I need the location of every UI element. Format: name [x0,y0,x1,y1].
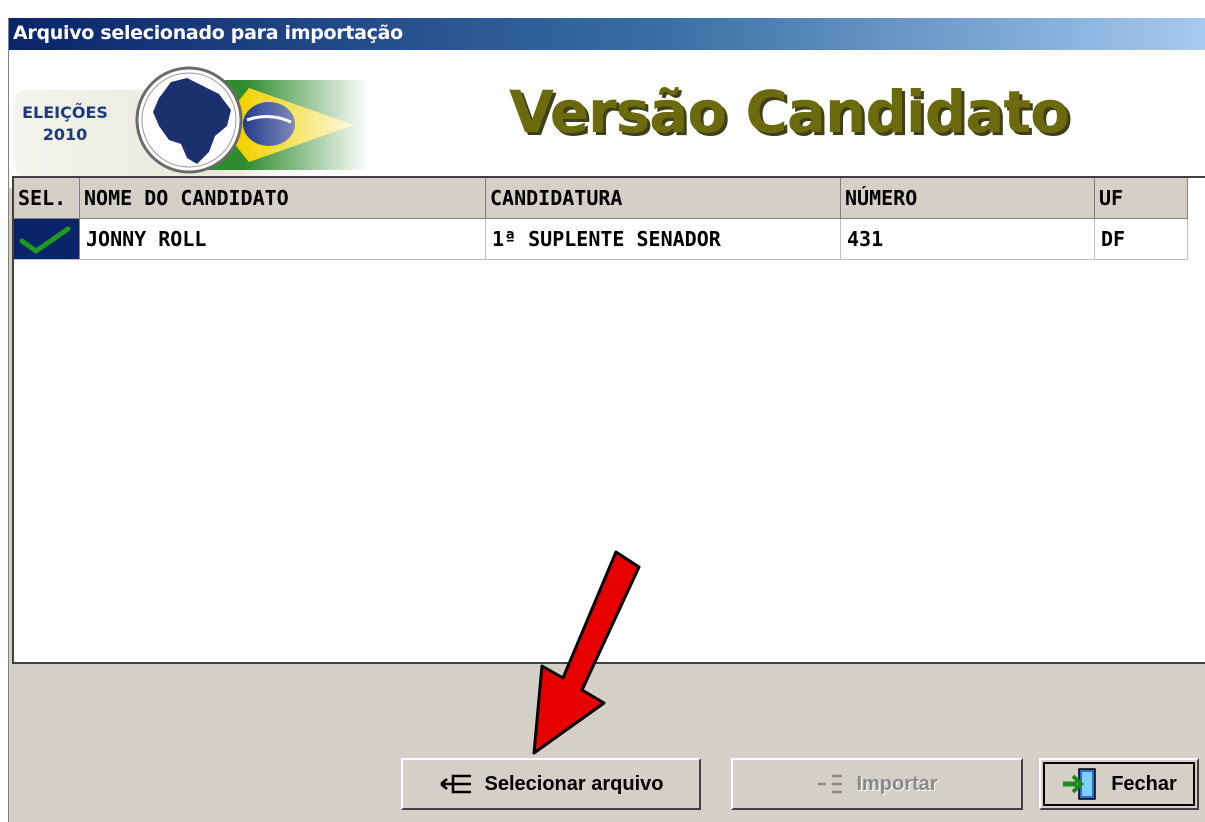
version-heading: Versão Candidato [509,78,1070,146]
logo-line1: ELEIÇÕES [22,103,108,122]
col-numero[interactable]: NÚMERO [841,178,1095,218]
tree-select-icon [439,774,471,794]
grid-header: SEL. NOME DO CANDIDATO CANDIDATURA NÚMER… [14,178,1188,219]
cell-numero: 431 [841,219,1095,259]
logo-text: ELEIÇÕES 2010 [19,102,111,146]
col-candidatura[interactable]: CANDIDATURA [486,178,841,218]
col-nome[interactable]: NOME DO CANDIDATO [80,178,486,218]
import-label: Importar [856,772,938,795]
elections-logo: ELEIÇÕES 2010 [9,60,379,180]
import-button[interactable]: Importar [731,758,1023,810]
header-banner: ELEIÇÕES 2010 Versão Candidato [9,50,1205,188]
select-file-button[interactable]: Selecionar arquivo [401,758,701,810]
close-button[interactable]: Fechar [1039,758,1199,810]
select-file-label: Selecionar arquivo [484,772,664,795]
cell-candidatura: 1ª SUPLENTE SENADOR [486,219,841,259]
tree-import-icon [818,774,843,794]
selection-cell[interactable] [14,219,80,259]
col-uf[interactable]: UF [1095,178,1188,218]
candidates-grid[interactable]: SEL. NOME DO CANDIDATO CANDIDATURA NÚMER… [12,176,1205,664]
window-title: Arquivo selecionado para importação [13,22,403,44]
exit-door-icon [1063,768,1096,800]
table-row[interactable]: JONNY ROLL 1ª SUPLENTE SENADOR 431 DF [14,219,1188,260]
close-label: Fechar [1111,772,1177,795]
check-icon [19,226,71,254]
import-dialog: Arquivo selecionado para importação ELEI… [8,18,1205,822]
cell-uf: DF [1095,219,1188,259]
col-sel[interactable]: SEL. [14,178,80,218]
cell-nome: JONNY ROLL [80,219,486,259]
title-bar[interactable]: Arquivo selecionado para importação [9,18,1205,50]
brazil-map-icon [135,66,369,175]
logo-year: 2010 [42,125,88,144]
